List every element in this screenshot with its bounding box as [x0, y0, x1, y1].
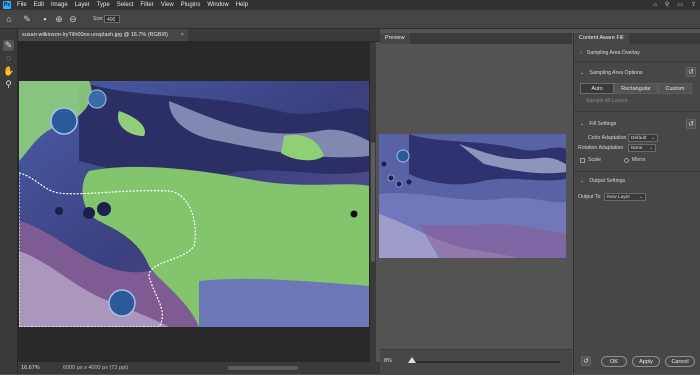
document-tab-bar: susan-wilkinson-lryTiIh00os-unsplash.jpg… [18, 29, 380, 42]
close-document-icon[interactable]: × [181, 29, 184, 41]
chevron-down-icon: ⌄ [580, 121, 585, 127]
status-bar: 16.67% 6000 px x 4000 px (72 ppi) [18, 362, 380, 374]
menu-filter[interactable]: Filter [140, 0, 153, 10]
reset-all-icon[interactable]: ↺ [581, 356, 591, 366]
chevron-down-icon: ⌄ [580, 70, 585, 76]
preview-panel-header: Preview [380, 33, 572, 44]
hand-tool-icon[interactable]: ✋ [3, 66, 14, 77]
rotation-adaptation-label: Rotation Adaptation [578, 145, 624, 151]
preview-zoom-handle[interactable] [408, 357, 416, 363]
menu-image[interactable]: Image [51, 0, 68, 10]
document-info[interactable]: 6000 px x 4000 px (72 ppi) [63, 362, 128, 374]
sampling-overlay-section[interactable]: › Sampling Area Overlay [580, 49, 640, 57]
menu-select[interactable]: Select [117, 0, 134, 10]
zoom-tool-icon[interactable]: ⚲ [3, 79, 14, 90]
mode-auto-button[interactable]: Auto [580, 83, 614, 94]
document-canvas[interactable] [19, 81, 369, 327]
reset-sampling-icon[interactable]: ↺ [686, 67, 696, 77]
search-icon[interactable]: ⚲ [665, 0, 669, 10]
mirror-checkbox[interactable] [624, 158, 629, 163]
preview-zoom-label: 8% [384, 358, 392, 364]
mode-custom-button[interactable]: Custom [658, 83, 692, 94]
sampling-options-section[interactable]: ⌄ Sampling Area Options [580, 69, 642, 77]
chevron-down-icon: ⌄ [638, 195, 643, 200]
apply-button[interactable]: Apply [632, 356, 660, 367]
mirror-label: Mirror [632, 157, 646, 163]
menu-layer[interactable]: Layer [75, 0, 90, 10]
content-aware-fill-tab[interactable]: Content Aware Fill [574, 33, 629, 44]
vertical-scroll-thumb[interactable] [371, 142, 375, 262]
divider [574, 111, 700, 112]
tools-panel: ✎ ◌ ✋ ⚲ [0, 29, 18, 374]
home-tool-icon[interactable]: ⌂ [4, 14, 14, 24]
scale-checkbox[interactable] [580, 158, 585, 163]
sampling-overlay-label: Sampling Area Overlay [586, 50, 640, 56]
zoom-level[interactable]: 16.67% [21, 362, 40, 374]
output-settings-section[interactable]: ⌄ Output Settings [580, 177, 625, 185]
output-to-value: New Layer [607, 195, 630, 200]
lasso-tool-icon[interactable]: ◌ [3, 53, 14, 64]
color-adaptation-value: Default [631, 136, 647, 141]
panel-header: Content Aware Fill [574, 33, 700, 44]
menu-items: File Edit Image Layer Type Select Filter… [17, 0, 248, 10]
chevron-down-icon: ⌄ [648, 146, 653, 151]
preview-tab[interactable]: Preview [380, 33, 410, 44]
menu-file[interactable]: File [17, 0, 27, 10]
divider [574, 171, 700, 172]
cancel-button[interactable]: Cancel [665, 356, 695, 367]
painting-image [19, 81, 369, 327]
add-selection-icon[interactable]: ⊕ [54, 14, 64, 24]
rotation-adaptation-dropdown[interactable]: None ⌄ [628, 144, 656, 152]
menu-type[interactable]: Type [97, 0, 110, 10]
home-icon[interactable]: ⌂ [653, 0, 657, 10]
color-adaptation-dropdown[interactable]: Default ⌄ [628, 134, 658, 142]
sampling-options-label: Sampling Area Options [589, 70, 643, 76]
document-title: susan-wilkinson-lryTiIh00os-unsplash.jpg… [22, 32, 168, 38]
size-input[interactable]: 400 [104, 15, 120, 23]
output-settings-label: Output Settings [589, 178, 626, 184]
fill-settings-section[interactable]: ⌄ Fill Settings [580, 120, 616, 128]
scale-label: Scale [588, 157, 601, 163]
new-selection-icon[interactable]: ▪ [40, 14, 50, 24]
chevron-down-icon: ⌄ [650, 136, 655, 141]
menu-bar: Ps File Edit Image Layer Type Select Fil… [0, 0, 700, 10]
fill-settings-label: Fill Settings [589, 121, 617, 127]
menu-plugins[interactable]: Plugins [181, 0, 201, 10]
sample-all-layers-label: Sample All Layers [586, 98, 628, 104]
workspace-icon[interactable]: ▭ [677, 0, 683, 10]
menu-edit[interactable]: Edit [34, 0, 44, 10]
chevron-right-icon: › [580, 50, 582, 56]
mode-rectangular-button[interactable]: Rectangular [614, 83, 658, 94]
menu-help[interactable]: Help [236, 0, 248, 10]
menu-window[interactable]: Window [207, 0, 228, 10]
color-adaptation-label: Color Adaptation [588, 135, 627, 141]
document-tab[interactable]: susan-wilkinson-lryTiIh00os-unsplash.jpg… [18, 29, 188, 41]
output-to-dropdown[interactable]: New Layer ⌄ [604, 193, 646, 201]
preview-footer: 8% [380, 349, 572, 375]
size-label: Size [93, 16, 103, 22]
subtract-selection-icon[interactable]: ⊖ [68, 14, 78, 24]
preview-image [379, 134, 566, 258]
photoshop-logo: Ps [3, 1, 11, 9]
preview-painting [379, 134, 566, 258]
output-to-label: Output To [578, 194, 601, 200]
lasso-preset-icon[interactable]: ✎ [22, 14, 32, 24]
menu-view[interactable]: View [161, 0, 174, 10]
rotation-adaptation-value: None [631, 146, 643, 151]
preview-zoom-slider[interactable] [410, 361, 560, 363]
menubar-right: ⌂ ⚲ ▭ ⇪ [653, 0, 696, 10]
chevron-down-icon: ⌄ [580, 178, 585, 184]
horizontal-scroll-thumb[interactable] [228, 366, 298, 370]
divider [574, 61, 700, 62]
brush-tool-icon[interactable]: ✎ [3, 40, 14, 51]
ok-button[interactable]: OK [601, 356, 627, 367]
content-aware-fill-panel: Content Aware Fill › Sampling Area Overla… [573, 33, 700, 374]
reset-fill-icon[interactable]: ↺ [686, 119, 696, 129]
options-bar: ⌂ ✎ ▪ ⊕ ⊖ Size 400 [0, 10, 700, 29]
vertical-scrollbar[interactable] [370, 42, 376, 362]
share-icon[interactable]: ⇪ [691, 0, 696, 10]
